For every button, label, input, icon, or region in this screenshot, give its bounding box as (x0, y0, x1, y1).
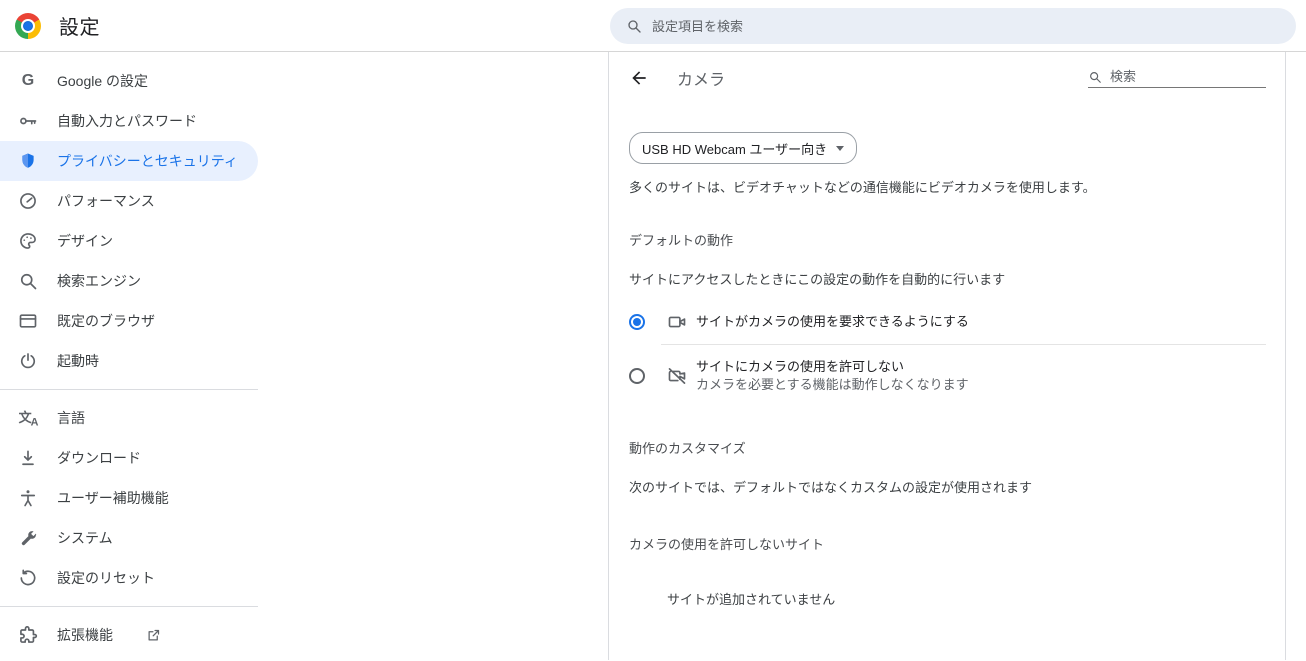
magnifier-icon (18, 271, 38, 291)
settings-search-box[interactable] (610, 8, 1296, 44)
sidebar-item-on-startup[interactable]: 起動時 (0, 341, 258, 381)
accessibility-icon (18, 488, 38, 508)
settings-search-input[interactable] (652, 19, 1280, 34)
sidebar-item-search-engine[interactable]: 検索エンジン (0, 261, 258, 301)
palette-icon (18, 231, 38, 251)
radio-option-block[interactable]: サイトにカメラの使用を許可しない カメラを必要とする機能は動作しなくなります (629, 345, 1266, 407)
sidebar-item-privacy-security[interactable]: プライバシーとセキュリティ (0, 141, 258, 181)
puzzle-icon (18, 625, 38, 645)
page-title: カメラ (677, 66, 725, 90)
sidebar-item-accessibility[interactable]: ユーザー補助機能 (0, 478, 258, 518)
customize-title: 動作のカスタマイズ (629, 438, 1266, 457)
radio-option-label: サイトにカメラの使用を許可しない (696, 359, 904, 374)
camera-intro-text: 多くのサイトは、ビデオチャットなどの通信機能にビデオカメラを使用します。 (629, 178, 1266, 198)
app-title: 設定 (59, 11, 100, 40)
sidebar-item-autofill-passwords[interactable]: 自動入力とパスワード (0, 101, 258, 141)
sidebar-item-google-settings[interactable]: G Google の設定 (0, 61, 258, 101)
radio-option-label: サイトがカメラの使用を要求できるようにする (696, 314, 969, 329)
sidebar-item-appearance[interactable]: デザイン (0, 221, 258, 261)
blocked-sites-title: カメラの使用を許可しないサイト (629, 534, 1266, 553)
default-behavior-radio-group: サイトがカメラの使用を要求できるようにする サイトにカメラの使用を許可しない (629, 300, 1266, 407)
videocam-icon (667, 312, 687, 332)
sidebar-item-system[interactable]: システム (0, 518, 258, 558)
chrome-logo-icon (15, 13, 41, 39)
radio-selected-icon[interactable] (629, 314, 645, 330)
settings-sidebar: G Google の設定 自動入力とパスワード プライバシーとセキュリティ (0, 52, 608, 660)
chevron-down-icon (836, 146, 844, 151)
radio-option-allow-ask[interactable]: サイトがカメラの使用を要求できるようにする (629, 300, 1266, 344)
back-button[interactable] (629, 68, 649, 88)
radio-option-sublabel: カメラを必要とする機能は動作しなくなります (696, 377, 969, 392)
key-icon (18, 111, 38, 131)
subpage-search-input[interactable] (1110, 69, 1240, 84)
google-g-icon: G (18, 71, 38, 91)
customize-description: 次のサイトでは、デフォルトではなくカスタムの設定が使用されます (629, 477, 1266, 496)
subpage-search-box[interactable] (1088, 69, 1266, 88)
download-icon (18, 448, 38, 468)
sidebar-item-performance[interactable]: パフォーマンス (0, 181, 258, 221)
videocam-off-icon (667, 366, 687, 386)
default-behavior-title: デフォルトの動作 (629, 230, 1266, 249)
sidebar-item-extensions[interactable]: 拡張機能 (0, 615, 258, 655)
restore-icon (18, 568, 38, 588)
translate-icon: 文A (18, 408, 38, 428)
default-behavior-description: サイトにアクセスしたときにこの設定の動作を自動的に行います (629, 269, 1266, 288)
sidebar-item-downloads[interactable]: ダウンロード (0, 438, 258, 478)
sidebar-item-default-browser[interactable]: 既定のブラウザ (0, 301, 258, 341)
search-icon (1088, 70, 1102, 84)
sidebar-divider (0, 606, 258, 607)
top-toolbar: 設定 (0, 0, 1306, 52)
power-icon (18, 351, 38, 371)
browser-window-icon (18, 311, 38, 331)
camera-device-dropdown[interactable]: USB HD Webcam ユーザー向き (629, 132, 857, 164)
shield-icon (18, 151, 38, 171)
external-link-icon (146, 628, 161, 643)
sidebar-divider (0, 389, 258, 390)
radio-unselected-icon[interactable] (629, 368, 645, 384)
search-icon (626, 18, 642, 34)
sidebar-item-languages[interactable]: 文A 言語 (0, 398, 258, 438)
wrench-icon (18, 528, 38, 548)
camera-settings-pane: カメラ USB HD Webcam ユーザー向き 多くのサイトは、ビデオチャット… (608, 52, 1286, 660)
speedometer-icon (18, 191, 38, 211)
blocked-sites-empty-text: サイトが追加されていません (667, 589, 1266, 608)
subpage-header: カメラ (609, 52, 1285, 104)
sidebar-item-reset-settings[interactable]: 設定のリセット (0, 558, 258, 598)
